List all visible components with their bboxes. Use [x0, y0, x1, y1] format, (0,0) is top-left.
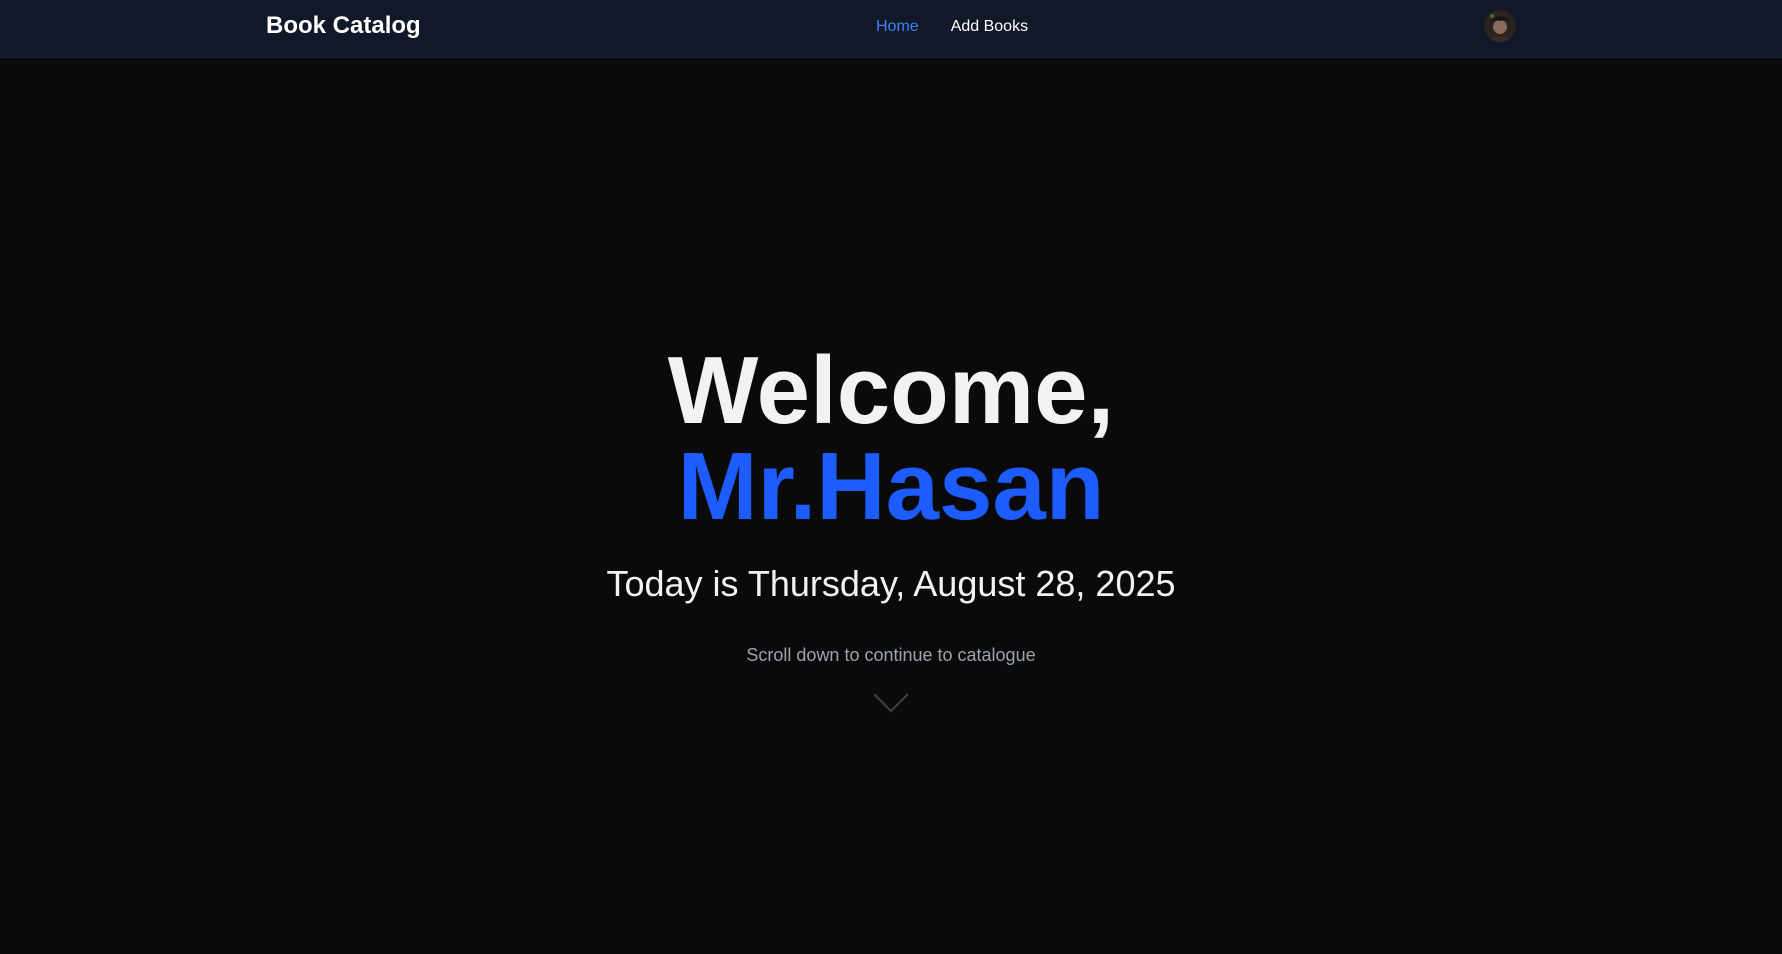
scroll-hint-text: Scroll down to continue to catalogue [746, 645, 1036, 665]
avatar-icon [1484, 10, 1516, 42]
nav-link-add-books[interactable]: Add Books [951, 17, 1028, 37]
nav-link-home[interactable]: Home [876, 17, 919, 37]
user-avatar[interactable] [1484, 10, 1516, 42]
chevron-down-icon[interactable] [872, 692, 910, 714]
welcome-heading: Welcome, [667, 337, 1115, 444]
brand-logo-link[interactable]: Book Catalog [266, 12, 421, 40]
top-navbar: Book Catalog Home Add Books [0, 0, 1782, 58]
hero-section: Welcome, Mr.Hasan Today is Thursday, Aug… [0, 58, 1782, 954]
date-text: Today is Thursday, August 28, 2025 [606, 563, 1176, 604]
user-name-heading: Mr.Hasan [677, 433, 1105, 540]
nav-links: Home Add Books [876, 17, 1028, 37]
